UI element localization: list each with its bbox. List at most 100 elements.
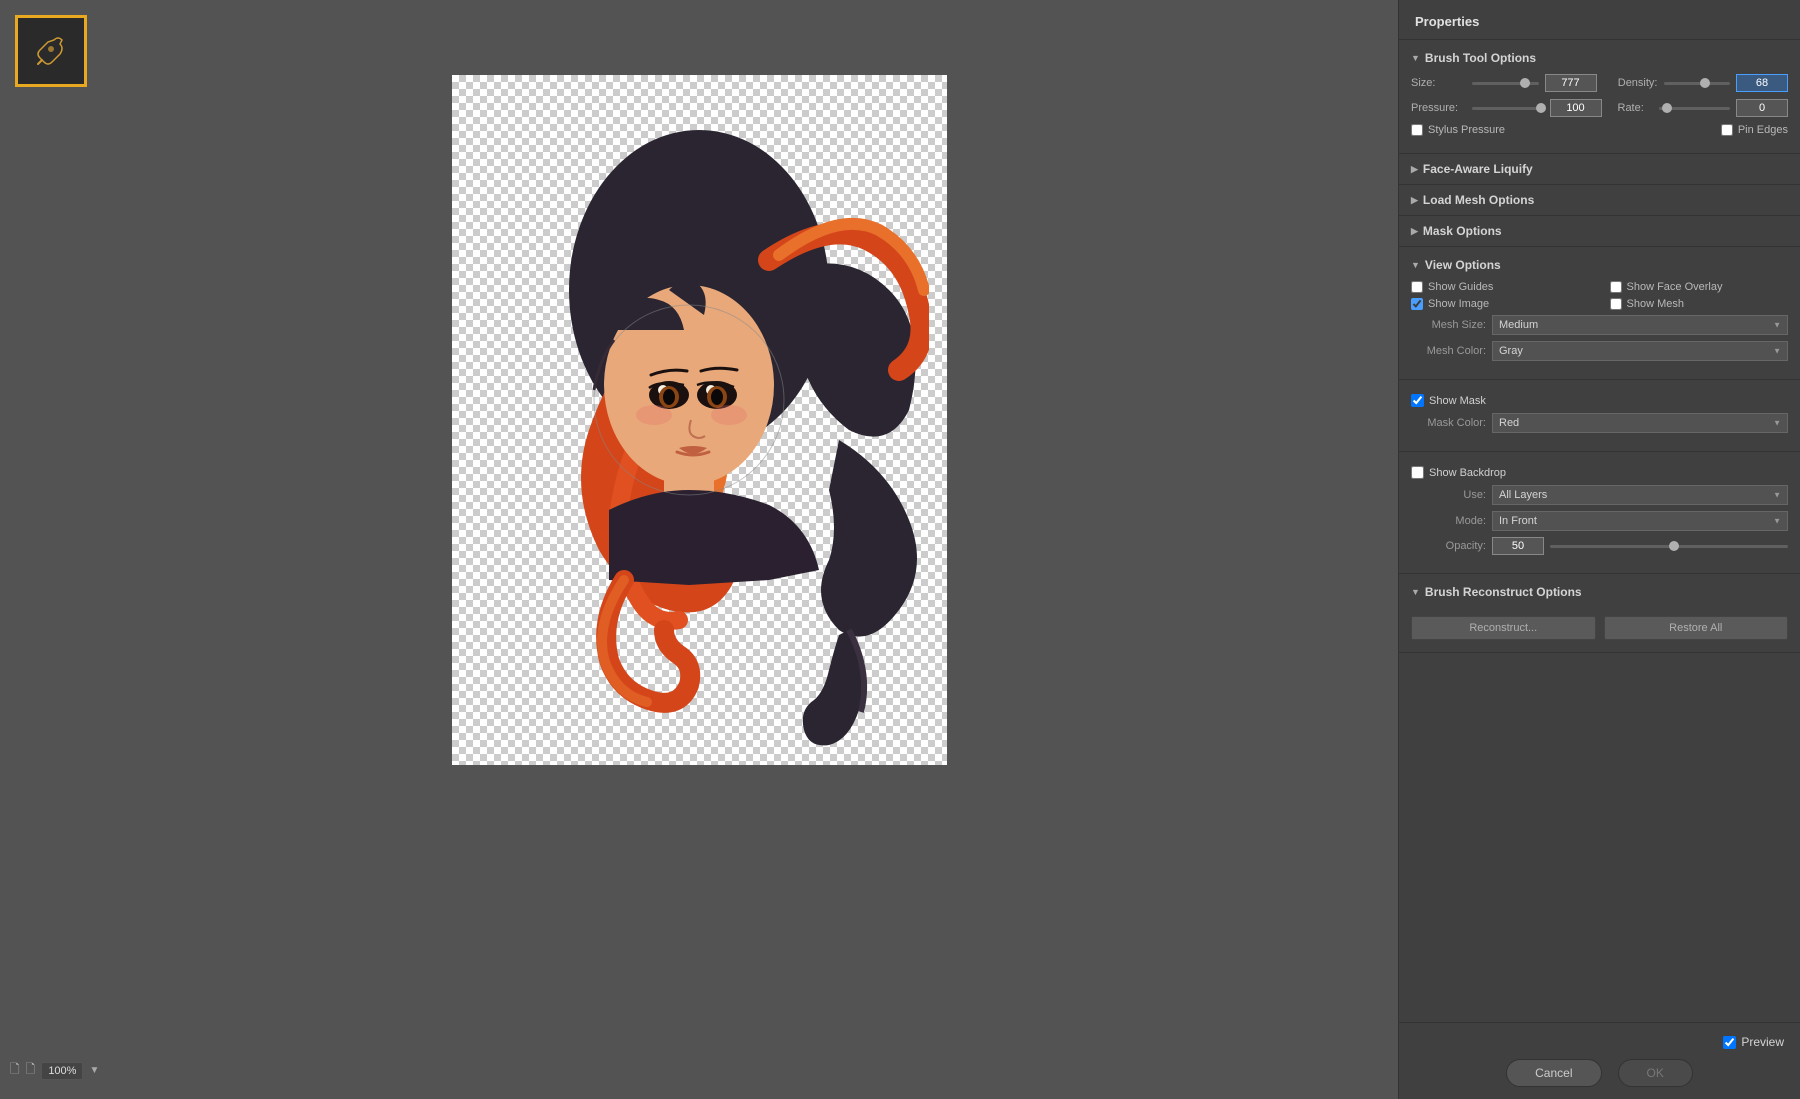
show-mask-row: Show Mask bbox=[1411, 394, 1788, 407]
brush-tool-expand-icon: ▼ bbox=[1411, 53, 1420, 63]
pin-edges-checkbox[interactable] bbox=[1721, 124, 1733, 136]
pressure-slider-track[interactable] bbox=[1472, 107, 1544, 110]
pin-edges-label: Pin Edges bbox=[1738, 124, 1788, 136]
show-mask-section: Show Mask Mask Color: Red Green Blue Gra… bbox=[1399, 380, 1800, 452]
density-slider-track[interactable] bbox=[1664, 82, 1731, 85]
density-slider-thumb[interactable] bbox=[1700, 78, 1710, 88]
view-options-label: View Options bbox=[1425, 258, 1501, 272]
mesh-color-select-wrapper: Red Green Blue Gray White Black bbox=[1492, 341, 1788, 361]
show-backdrop-label: Show Backdrop bbox=[1429, 467, 1506, 479]
show-mesh-label: Show Mesh bbox=[1627, 298, 1684, 310]
show-backdrop-section: Show Backdrop Use: All Layers Selected L… bbox=[1399, 452, 1800, 574]
brush-tool-options-body: Size: Density: Pressure: bbox=[1411, 68, 1788, 145]
mask-color-label: Mask Color: bbox=[1411, 417, 1486, 429]
size-slider-track[interactable] bbox=[1472, 82, 1539, 85]
pressure-slider-thumb[interactable] bbox=[1536, 103, 1546, 113]
show-backdrop-body: Show Backdrop Use: All Layers Selected L… bbox=[1411, 460, 1788, 565]
show-mask-checkbox[interactable] bbox=[1411, 394, 1424, 407]
show-backdrop-checkbox[interactable] bbox=[1411, 466, 1424, 479]
brush-tool-options-header[interactable]: ▼ Brush Tool Options bbox=[1411, 48, 1788, 68]
opacity-slider-thumb[interactable] bbox=[1669, 541, 1679, 551]
restore-all-button[interactable]: Restore All bbox=[1604, 616, 1789, 640]
show-mask-label: Show Mask bbox=[1429, 395, 1486, 407]
size-density-row: Size: Density: bbox=[1411, 74, 1788, 92]
brush-tool-options-section: ▼ Brush Tool Options Size: Density: bbox=[1399, 40, 1800, 154]
mesh-color-select[interactable]: Red Green Blue Gray White Black bbox=[1492, 341, 1788, 361]
canvas-wrapper bbox=[452, 75, 947, 765]
show-guides-checkbox[interactable] bbox=[1411, 281, 1423, 293]
stylus-pressure-label: Stylus Pressure bbox=[1428, 124, 1505, 136]
mask-options-header[interactable]: ▶ Mask Options bbox=[1411, 224, 1788, 238]
opacity-slider-track[interactable] bbox=[1550, 545, 1788, 548]
preview-checkbox[interactable] bbox=[1723, 1036, 1736, 1049]
mode-select[interactable]: In Front Behind bbox=[1492, 511, 1788, 531]
zoom-dropdown-arrow[interactable]: ▼ bbox=[89, 1065, 99, 1076]
rate-slider-thumb[interactable] bbox=[1662, 103, 1672, 113]
rate-input[interactable] bbox=[1736, 99, 1788, 117]
reconstruct-buttons-row: Reconstruct... Restore All bbox=[1411, 616, 1788, 640]
properties-panel: Properties ▼ Brush Tool Options Size: bbox=[1398, 0, 1800, 1099]
opacity-row: Opacity: bbox=[1411, 537, 1788, 555]
stylus-pressure-checkbox-row: Stylus Pressure bbox=[1411, 124, 1590, 136]
face-aware-header[interactable]: ▶ Face-Aware Liquify bbox=[1411, 162, 1788, 176]
use-row: Use: All Layers Selected Layer bbox=[1411, 485, 1788, 505]
ok-button[interactable]: OK bbox=[1618, 1059, 1693, 1087]
reconstruct-button[interactable]: Reconstruct... bbox=[1411, 616, 1596, 640]
show-image-row: Show Image bbox=[1411, 298, 1590, 310]
mode-select-wrapper: In Front Behind bbox=[1492, 511, 1788, 531]
show-mesh-row: Show Mesh bbox=[1610, 298, 1789, 310]
stylus-pin-row: Stylus Pressure Pin Edges bbox=[1411, 124, 1788, 136]
load-mesh-header[interactable]: ▶ Load Mesh Options bbox=[1411, 193, 1788, 207]
tool-icon[interactable] bbox=[15, 15, 87, 87]
load-mesh-section: ▶ Load Mesh Options bbox=[1399, 185, 1800, 216]
show-image-checkbox[interactable] bbox=[1411, 298, 1423, 310]
mesh-size-select-wrapper: Small Medium Large bbox=[1492, 315, 1788, 335]
mesh-size-label: Mesh Size: bbox=[1411, 319, 1486, 331]
opacity-label: Opacity: bbox=[1411, 540, 1486, 552]
opacity-input[interactable] bbox=[1492, 537, 1544, 555]
mask-color-row: Mask Color: Red Green Blue Gray White Bl… bbox=[1411, 413, 1788, 433]
bottom-bar: 🗋 🗋 100% ▼ bbox=[10, 1060, 99, 1081]
doc-icon-1: 🗋 bbox=[10, 1060, 20, 1081]
mode-row: Mode: In Front Behind bbox=[1411, 511, 1788, 531]
show-backdrop-row: Show Backdrop bbox=[1411, 466, 1788, 479]
face-aware-label: Face-Aware Liquify bbox=[1423, 162, 1533, 176]
mesh-size-row: Mesh Size: Small Medium Large bbox=[1411, 315, 1788, 335]
guides-faceoverlay-row: Show Guides Show Face Overlay bbox=[1411, 281, 1788, 293]
artwork bbox=[452, 75, 947, 765]
load-mesh-label: Load Mesh Options bbox=[1423, 193, 1534, 207]
show-guides-row: Show Guides bbox=[1411, 281, 1590, 293]
mode-label: Mode: bbox=[1411, 515, 1486, 527]
use-select-wrapper: All Layers Selected Layer bbox=[1492, 485, 1788, 505]
mesh-size-select[interactable]: Small Medium Large bbox=[1492, 315, 1788, 335]
brush-reconstruct-expand-icon: ▼ bbox=[1411, 587, 1420, 597]
size-label: Size: bbox=[1411, 77, 1466, 89]
pressure-input[interactable] bbox=[1550, 99, 1602, 117]
pressure-rate-row: Pressure: Rate: bbox=[1411, 99, 1788, 117]
pressure-label: Pressure: bbox=[1411, 102, 1466, 114]
use-label: Use: bbox=[1411, 489, 1486, 501]
stylus-pressure-checkbox[interactable] bbox=[1411, 124, 1423, 136]
show-guides-label: Show Guides bbox=[1428, 281, 1493, 293]
size-slider-thumb[interactable] bbox=[1520, 78, 1530, 88]
zoom-display[interactable]: 100% bbox=[41, 1062, 83, 1080]
size-input[interactable] bbox=[1545, 74, 1597, 92]
density-input[interactable] bbox=[1736, 74, 1788, 92]
mask-color-select[interactable]: Red Green Blue Gray White Black bbox=[1492, 413, 1788, 433]
footer-buttons: Cancel OK bbox=[1415, 1059, 1784, 1087]
face-aware-section: ▶ Face-Aware Liquify bbox=[1399, 154, 1800, 185]
show-face-overlay-checkbox[interactable] bbox=[1610, 281, 1622, 293]
preview-label: Preview bbox=[1741, 1035, 1784, 1049]
brush-tool-options-label: Brush Tool Options bbox=[1425, 51, 1536, 65]
panel-footer: Preview Cancel OK bbox=[1399, 1022, 1800, 1099]
mask-options-expand-icon: ▶ bbox=[1411, 226, 1418, 237]
face-aware-expand-icon: ▶ bbox=[1411, 164, 1418, 175]
cancel-button[interactable]: Cancel bbox=[1506, 1059, 1601, 1087]
properties-content: ▼ Brush Tool Options Size: Density: bbox=[1399, 40, 1800, 1022]
view-options-header[interactable]: ▼ View Options bbox=[1411, 255, 1788, 275]
use-select[interactable]: All Layers Selected Layer bbox=[1492, 485, 1788, 505]
rate-slider-track[interactable] bbox=[1659, 107, 1731, 110]
properties-header: Properties bbox=[1399, 0, 1800, 40]
show-mesh-checkbox[interactable] bbox=[1610, 298, 1622, 310]
brush-reconstruct-header[interactable]: ▼ Brush Reconstruct Options bbox=[1411, 582, 1788, 602]
